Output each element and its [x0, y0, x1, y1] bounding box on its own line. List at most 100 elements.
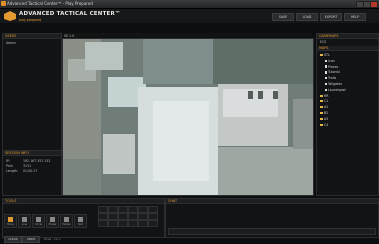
grid-cell[interactable]: [118, 206, 128, 213]
tree-item[interactable]: A2: [320, 105, 328, 109]
text-icon: [78, 217, 83, 222]
grid-cell[interactable]: [108, 206, 118, 213]
file-icon: [325, 65, 327, 68]
chat-header: CHAT: [166, 199, 378, 204]
export-button[interactable]: EXPORT: [320, 13, 342, 21]
tree-item-label: C1: [324, 99, 329, 104]
tool-text-button[interactable]: Text: [74, 214, 87, 228]
help-button[interactable]: HELP: [344, 13, 366, 21]
grid-cell[interactable]: [108, 213, 118, 220]
tree-item-label: STL: [324, 53, 330, 57]
circle-icon: [36, 217, 41, 222]
tree-item[interactable]: Launchpad: [325, 88, 346, 92]
map-area-north: [143, 39, 213, 84]
grid-cell[interactable]: [138, 206, 148, 213]
tool-line-button[interactable]: Line: [18, 214, 31, 228]
tree-item[interactable]: C4: [320, 123, 328, 127]
map-trees: [213, 39, 313, 84]
map-header-bar: SE 1.0: [62, 33, 312, 38]
aerial-map[interactable]: [62, 38, 314, 196]
tree-item[interactable]: Tutorial: [325, 70, 340, 74]
tool-move-button[interactable]: Move: [4, 214, 17, 228]
building: [85, 42, 123, 70]
gamemap-selected[interactable]: ECS: [317, 39, 378, 45]
gamemaps-panel: GAMEMAPS ECS MAPS STL Icon Places Tutorial T…: [316, 33, 379, 196]
grid-cell[interactable]: [98, 213, 108, 220]
tree-item[interactable]: STL: [320, 53, 330, 57]
folder-icon: [320, 94, 323, 97]
file-icon: [325, 82, 327, 86]
eraser-icon: [50, 217, 55, 222]
tree-item-label: Trails: [328, 76, 337, 81]
brand-name: ADVANCED TACTICAL CENTER™: [19, 11, 121, 17]
tool-marker-button[interactable]: Marker: [60, 214, 73, 228]
building: [293, 99, 313, 149]
tool-label: Circle: [35, 223, 42, 226]
tool-eraser-button[interactable]: Eraser: [46, 214, 59, 228]
folder-icon: [320, 106, 323, 109]
tool-circle-button[interactable]: Circle: [32, 214, 45, 228]
chat-input[interactable]: [168, 228, 376, 235]
file-icon: [325, 59, 327, 63]
tree-item[interactable]: B2: [320, 111, 328, 115]
user-item[interactable]: Admin: [3, 39, 61, 47]
port-value: 3131: [23, 164, 32, 168]
users-panel: USERS Admin: [2, 33, 62, 151]
tree-item-label: Tutorial: [328, 70, 340, 75]
marker-grid: [98, 206, 160, 232]
grid-cell[interactable]: [98, 206, 108, 213]
ip-label: IP:: [6, 159, 10, 163]
grid-cell[interactable]: [128, 213, 138, 220]
session-header: SESSION INFO: [3, 151, 61, 156]
tree-item[interactable]: Tailgates: [325, 82, 342, 86]
session-panel: SESSION INFO IP: 192.167.357.152 Port: 3…: [2, 150, 62, 196]
length-value: 01:00:17: [23, 169, 38, 173]
clear-button[interactable]: CLEAR: [4, 236, 22, 243]
save-button[interactable]: SAVE: [272, 13, 294, 21]
port-label: Port:: [6, 164, 14, 168]
grid-cell[interactable]: [148, 220, 158, 227]
close-button[interactable]: [370, 1, 378, 8]
window: [248, 91, 253, 99]
folder-icon: [320, 54, 323, 56]
grid-cell[interactable]: [128, 206, 138, 213]
grid-cell[interactable]: [138, 213, 148, 220]
tree-item-label: A2: [324, 105, 329, 110]
folder-icon: [320, 112, 323, 114]
grid-cell[interactable]: [118, 220, 128, 227]
tools-header: TOOLS: [3, 199, 164, 204]
window-title: Advanced Tactical Centerᵀᴹ - Play Prepar…: [7, 1, 93, 6]
tree-item[interactable]: Trails: [325, 76, 336, 80]
tree-item[interactable]: Places: [325, 65, 338, 69]
chat-panel: CHAT: [165, 198, 379, 238]
grid-cell[interactable]: [108, 220, 118, 227]
grid-cell[interactable]: [98, 220, 108, 227]
tree-item[interactable]: Icon: [325, 59, 335, 63]
marker-icon: [64, 217, 69, 222]
tree-item-label: Places: [328, 64, 339, 69]
tool-label: Move: [7, 223, 14, 226]
tree-item[interactable]: RR: [320, 94, 328, 98]
tree-item-label: Icon: [328, 58, 335, 63]
tree-item-label: RR: [324, 93, 329, 98]
map-area-south: [218, 147, 313, 195]
window-titlebar: Advanced Tactical Centerᵀᴹ - Play Prepar…: [0, 0, 379, 9]
undo-button[interactable]: UNDO: [22, 236, 40, 243]
grid-cell[interactable]: [148, 213, 158, 220]
grid-cell[interactable]: [138, 220, 148, 227]
brand-tagline: play prepared: [19, 18, 42, 22]
maps-tree: STL Icon Places Tutorial Trails Tailgates Laun…: [317, 51, 378, 161]
grid-cell[interactable]: [128, 220, 138, 227]
tool-label: Eraser: [48, 223, 57, 226]
tree-item-label: A3: [324, 116, 329, 121]
tool-label: Text: [78, 223, 83, 226]
ip-value: 192.167.357.152: [23, 159, 51, 163]
window: [273, 91, 278, 99]
grid-cell[interactable]: [148, 206, 158, 213]
tree-item-label: Launchpad: [328, 87, 346, 92]
tool-label: Marker: [62, 223, 71, 226]
load-button[interactable]: LOAD: [296, 13, 318, 21]
tree-item[interactable]: C1: [320, 99, 328, 103]
grid-cell[interactable]: [118, 213, 128, 220]
tree-item[interactable]: A3: [320, 117, 328, 121]
